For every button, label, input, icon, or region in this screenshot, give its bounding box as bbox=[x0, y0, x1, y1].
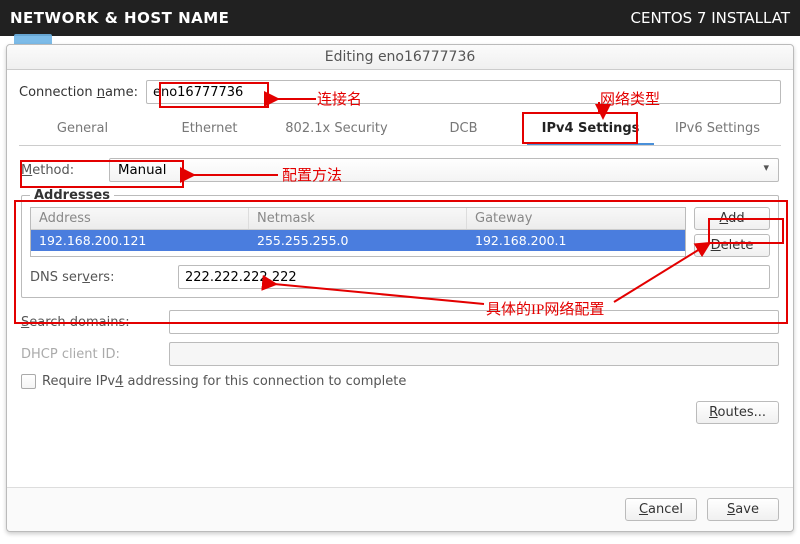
cell-gateway: 192.168.200.1 bbox=[467, 230, 685, 251]
tabs-bar: General Ethernet 802.1x Security DCB IPv… bbox=[19, 114, 781, 146]
connection-name-label: Connection name: bbox=[19, 85, 138, 100]
cancel-button[interactable]: Cancel bbox=[625, 498, 697, 521]
search-domains-label: Search domains: bbox=[21, 315, 161, 330]
tab-general[interactable]: General bbox=[19, 114, 146, 145]
delete-button[interactable]: Delete bbox=[694, 234, 770, 257]
table-row[interactable]: 192.168.200.121 255.255.255.0 192.168.20… bbox=[31, 230, 685, 251]
col-gateway: Gateway bbox=[467, 208, 685, 229]
require-ipv4-checkbox[interactable] bbox=[21, 374, 36, 389]
require-ipv4-row[interactable]: Require IPv4 addressing for this connect… bbox=[21, 374, 779, 389]
cell-netmask: 255.255.255.0 bbox=[249, 230, 467, 251]
search-domains-input[interactable] bbox=[169, 310, 779, 334]
tab-dcb[interactable]: DCB bbox=[400, 114, 527, 145]
addresses-legend: Addresses bbox=[30, 188, 114, 203]
routes-button[interactable]: Routes... bbox=[696, 401, 779, 424]
addresses-group: Addresses Address Netmask Gateway 192.16… bbox=[21, 188, 779, 298]
addresses-table[interactable]: Address Netmask Gateway 192.168.200.121 … bbox=[30, 207, 686, 257]
addresses-table-header: Address Netmask Gateway bbox=[31, 208, 685, 230]
dhcp-client-id-label: DHCP client ID: bbox=[21, 347, 161, 362]
dns-servers-input[interactable] bbox=[178, 265, 770, 289]
cell-address: 192.168.200.121 bbox=[31, 230, 249, 251]
method-dropdown[interactable]: Manual bbox=[109, 158, 779, 182]
add-button[interactable]: Add bbox=[694, 207, 770, 230]
tab-ipv4-settings[interactable]: IPv4 Settings bbox=[527, 114, 654, 145]
tab-8021x-security[interactable]: 802.1x Security bbox=[273, 114, 400, 145]
connection-name-input[interactable] bbox=[146, 80, 781, 104]
col-address: Address bbox=[31, 208, 249, 229]
installer-header: NETWORK & HOST NAME CENTOS 7 INSTALLAT bbox=[0, 0, 800, 36]
require-ipv4-label: Require IPv4 addressing for this connect… bbox=[42, 374, 406, 389]
tab-ethernet[interactable]: Ethernet bbox=[146, 114, 273, 145]
installer-title-right: CENTOS 7 INSTALLAT bbox=[631, 9, 791, 27]
edit-connection-dialog: Editing eno16777736 Connection name: Gen… bbox=[6, 44, 794, 532]
tab-ipv6-settings[interactable]: IPv6 Settings bbox=[654, 114, 781, 145]
col-netmask: Netmask bbox=[249, 208, 467, 229]
dns-servers-label: DNS servers: bbox=[30, 270, 170, 285]
dialog-title: Editing eno16777736 bbox=[7, 45, 793, 70]
installer-title-left: NETWORK & HOST NAME bbox=[10, 9, 229, 27]
save-button[interactable]: Save bbox=[707, 498, 779, 521]
dhcp-client-id-input bbox=[169, 342, 779, 366]
